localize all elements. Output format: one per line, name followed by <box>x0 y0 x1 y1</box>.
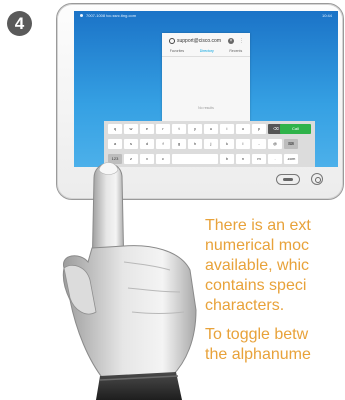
fingernail <box>98 162 119 175</box>
instruction-text: There is an ext numerical moc available,… <box>205 217 311 363</box>
